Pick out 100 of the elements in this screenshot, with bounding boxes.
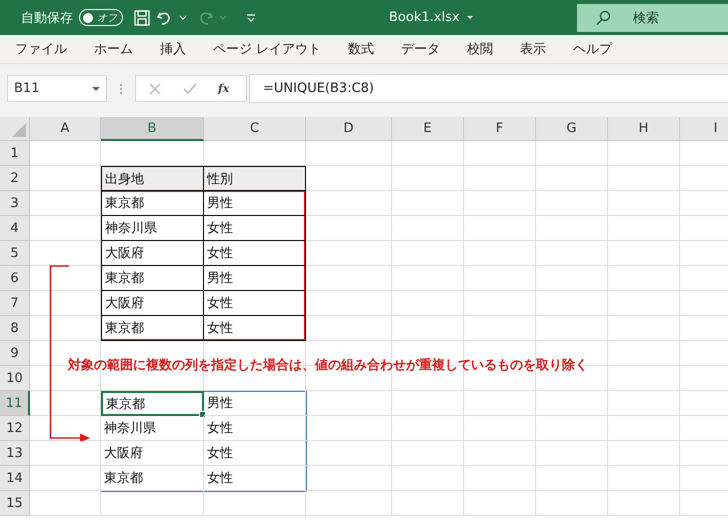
caret-icon[interactable]: [92, 84, 100, 92]
grid-cell[interactable]: [536, 141, 608, 166]
save-icon[interactable]: [133, 8, 151, 26]
ribbon-tab[interactable]: ページ レイアウト: [204, 40, 330, 58]
grid-cell[interactable]: [608, 316, 680, 341]
grid-cell[interactable]: [536, 266, 608, 291]
grid-cell[interactable]: [392, 491, 464, 516]
grid-cell[interactable]: [608, 441, 680, 466]
column-header[interactable]: G: [536, 117, 608, 141]
grid-cell[interactable]: [608, 266, 680, 291]
grip-icon[interactable]: [119, 82, 123, 96]
row-header[interactable]: 2: [0, 166, 30, 191]
ribbon-tab[interactable]: 挿入: [151, 40, 195, 58]
grid-cell[interactable]: [101, 491, 204, 516]
row-header[interactable]: 15: [0, 491, 30, 516]
grid-cell[interactable]: [392, 416, 464, 441]
grid-cell[interactable]: [30, 266, 101, 291]
grid-cell[interactable]: [536, 191, 608, 216]
grid-cell[interactable]: [464, 241, 536, 266]
column-header[interactable]: D: [306, 117, 392, 141]
row-header[interactable]: 11: [0, 391, 30, 416]
grid-cell[interactable]: [392, 441, 464, 466]
grid-cell[interactable]: [306, 391, 392, 416]
grid-cell[interactable]: [464, 466, 536, 491]
grid-cell[interactable]: [608, 166, 680, 191]
grid-cell[interactable]: [536, 316, 608, 341]
column-header[interactable]: A: [30, 117, 101, 141]
grid-cell[interactable]: [30, 491, 101, 516]
grid-cell[interactable]: [464, 416, 536, 441]
grid-cell[interactable]: [204, 491, 306, 516]
row-header[interactable]: 14: [0, 466, 30, 491]
grid-cell[interactable]: [464, 391, 536, 416]
grid-cell[interactable]: [306, 191, 392, 216]
grid-cell[interactable]: [306, 166, 392, 191]
grid-cell[interactable]: [536, 241, 608, 266]
grid-cell[interactable]: [30, 241, 101, 266]
row-header[interactable]: 10: [0, 366, 30, 391]
row-header[interactable]: 5: [0, 241, 30, 266]
grid-cell[interactable]: [464, 491, 536, 516]
caret-icon[interactable]: [179, 15, 187, 20]
grid-cell[interactable]: [392, 191, 464, 216]
grid-cell[interactable]: [536, 441, 608, 466]
grid-cell[interactable]: [306, 466, 392, 491]
grid-cell[interactable]: [306, 216, 392, 241]
column-header[interactable]: E: [392, 117, 464, 141]
ribbon-tab[interactable]: 校閲: [458, 40, 502, 58]
grid-cell[interactable]: [30, 316, 101, 341]
grid-cell[interactable]: [464, 191, 536, 216]
grid-cell[interactable]: [30, 191, 101, 216]
grid-cell[interactable]: [464, 316, 536, 341]
grid-cell[interactable]: [536, 391, 608, 416]
grid-cell[interactable]: [536, 416, 608, 441]
grid-cell[interactable]: [464, 441, 536, 466]
grid-cell[interactable]: [30, 141, 101, 166]
select-all-button[interactable]: [0, 117, 30, 141]
ribbon-tab[interactable]: 数式: [339, 40, 384, 58]
fill-handle[interactable]: [199, 411, 206, 418]
grid-cell[interactable]: [392, 216, 464, 241]
name-box[interactable]: B11: [7, 75, 107, 102]
grid-cell[interactable]: [608, 291, 680, 316]
column-header[interactable]: I: [680, 117, 728, 141]
grid-cell[interactable]: [608, 141, 680, 166]
grid-cell[interactable]: [608, 191, 680, 216]
row-header[interactable]: 12: [0, 416, 30, 441]
grid-cell[interactable]: [536, 216, 608, 241]
row-header[interactable]: 7: [0, 291, 30, 316]
grid-cell[interactable]: [608, 341, 680, 366]
grid-cell[interactable]: [464, 166, 536, 191]
ribbon-tab[interactable]: 表示: [511, 40, 556, 58]
grid-cell[interactable]: [306, 441, 392, 466]
autosave-toggle[interactable]: オフ: [79, 9, 123, 26]
ribbon-tab[interactable]: ヘルプ: [564, 40, 622, 58]
grid-cell[interactable]: [392, 141, 464, 166]
grid-cell[interactable]: [608, 391, 680, 416]
grid-cell[interactable]: [608, 216, 680, 241]
ribbon-tab[interactable]: ファイル: [6, 40, 76, 58]
grid-cell[interactable]: [30, 216, 101, 241]
column-header[interactable]: F: [464, 117, 536, 141]
grid-cell[interactable]: [392, 316, 464, 341]
grid-cell[interactable]: [306, 266, 392, 291]
grid-cell[interactable]: [464, 266, 536, 291]
ribbon-tab[interactable]: ホーム: [85, 40, 142, 58]
grid-cell[interactable]: [536, 466, 608, 491]
row-header[interactable]: 3: [0, 191, 30, 216]
grid-cell[interactable]: [536, 491, 608, 516]
grid-cell[interactable]: [30, 391, 101, 416]
grid-cell[interactable]: [536, 166, 608, 191]
grid-cell[interactable]: [306, 416, 392, 441]
ribbon-tab[interactable]: データ: [392, 40, 450, 58]
row-header[interactable]: 13: [0, 441, 30, 466]
grid-cell[interactable]: [608, 241, 680, 266]
search-field[interactable]: 検索: [577, 4, 728, 32]
grid-cell[interactable]: [306, 316, 392, 341]
grid-cell[interactable]: [608, 416, 680, 441]
insert-function-button[interactable]: fx: [218, 82, 230, 95]
grid-cell[interactable]: [30, 441, 101, 466]
column-header[interactable]: C: [204, 117, 306, 141]
grid-cell[interactable]: [306, 491, 392, 516]
row-header[interactable]: 8: [0, 316, 30, 341]
grid-cell[interactable]: [306, 291, 392, 316]
